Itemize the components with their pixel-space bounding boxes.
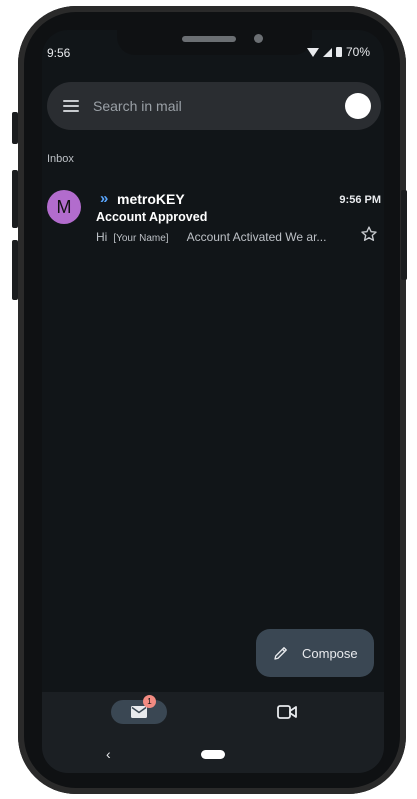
side-button bbox=[12, 112, 18, 144]
battery-icon bbox=[335, 47, 342, 57]
compose-label: Compose bbox=[302, 645, 358, 661]
wifi-icon bbox=[306, 47, 319, 57]
menu-icon[interactable] bbox=[63, 100, 79, 112]
preview-greeting: Hi bbox=[96, 230, 108, 244]
power-button bbox=[401, 190, 407, 280]
status-time: 9:56 bbox=[47, 46, 71, 60]
compose-button[interactable]: Compose bbox=[256, 629, 374, 677]
pencil-icon bbox=[274, 647, 287, 660]
nav-mail-tab[interactable]: 1 bbox=[111, 695, 167, 724]
signal-icon bbox=[322, 47, 332, 57]
bottom-navigation: 1 ‹ bbox=[42, 692, 384, 773]
inbox-label: Inbox bbox=[47, 153, 74, 165]
email-subject: Account Approved bbox=[96, 210, 208, 224]
home-indicator[interactable] bbox=[201, 750, 225, 759]
sender-avatar[interactable]: M bbox=[47, 190, 81, 224]
status-icons: 70% bbox=[306, 45, 370, 59]
unread-badge: 1 bbox=[143, 695, 156, 708]
importance-marker-icon: » bbox=[100, 190, 108, 207]
battery-level: 70% bbox=[345, 45, 370, 59]
speaker bbox=[182, 36, 236, 42]
email-list-item[interactable]: M » metroKEY 9:56 PM Account Approved Hi… bbox=[42, 185, 384, 245]
back-icon[interactable]: ‹ bbox=[106, 746, 111, 762]
volume-up-button bbox=[12, 170, 18, 228]
search-input[interactable]: Search in mail bbox=[93, 98, 182, 114]
mail-icon bbox=[131, 706, 147, 718]
star-icon[interactable] bbox=[360, 225, 378, 243]
email-preview: Hi [Your Name] Account Activated We ar... bbox=[96, 230, 326, 244]
email-time: 9:56 PM bbox=[339, 194, 381, 206]
notch bbox=[117, 30, 312, 55]
preview-name: [Your Name] bbox=[113, 233, 169, 244]
account-avatar[interactable] bbox=[345, 93, 371, 119]
camera-icon bbox=[254, 34, 263, 43]
preview-text: Account Activated We ar... bbox=[186, 230, 327, 244]
screen: 9:56 70% Search in mail Inbox M » metroK… bbox=[42, 30, 384, 773]
volume-down-button bbox=[12, 240, 18, 300]
search-bar[interactable]: Search in mail bbox=[47, 82, 381, 130]
video-icon[interactable] bbox=[277, 704, 297, 720]
email-sender: metroKEY bbox=[117, 191, 185, 207]
